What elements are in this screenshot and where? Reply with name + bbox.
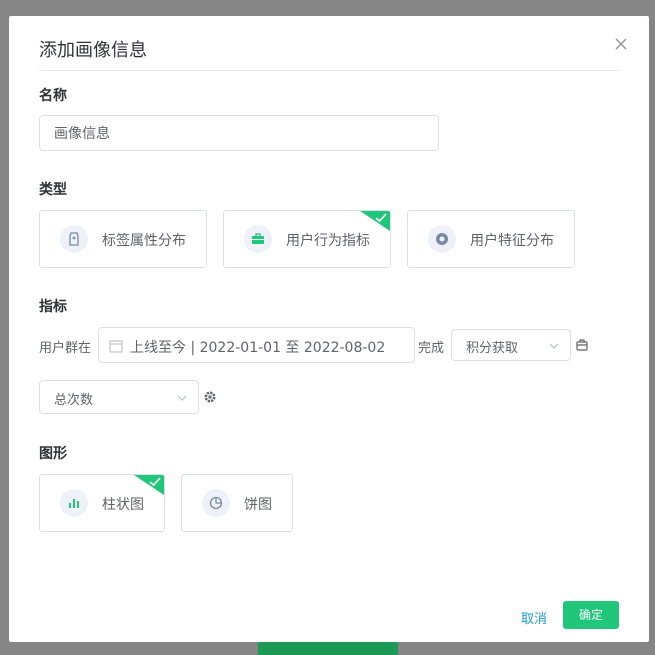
type-label: 类型 (39, 182, 67, 198)
target-icon (428, 225, 456, 253)
event-select-value: 积分获取 (466, 341, 519, 356)
type-option-label: 用户特征分布 (470, 233, 554, 249)
name-input[interactable] (39, 115, 439, 151)
event-property-icon[interactable] (575, 338, 589, 352)
type-option-label: 用户行为指标 (286, 233, 370, 249)
chart-option-label: 柱状图 (102, 497, 144, 513)
metric-infix: 完成 (418, 341, 445, 356)
type-option-user-feature[interactable]: 用户特征分布 (407, 210, 575, 268)
pie-chart-icon (202, 489, 230, 517)
name-label: 名称 (39, 88, 67, 104)
chevron-down-icon (549, 343, 559, 349)
tag-icon (60, 225, 88, 253)
bar-chart-icon (60, 489, 88, 517)
chart-label: 图形 (39, 446, 67, 462)
add-profile-dialog: 添加画像信息 名称 类型 标签属性分布 用户行为指标 用户特征分布 指标 用户群… (9, 16, 649, 642)
chevron-down-icon (177, 395, 187, 401)
cancel-button[interactable]: 取消 (521, 608, 547, 627)
type-option-user-behavior[interactable]: 用户行为指标 (223, 210, 391, 268)
event-select[interactable]: 积分获取 (451, 329, 571, 361)
title-divider (39, 70, 619, 71)
aggregate-select[interactable]: 总次数 (39, 380, 199, 414)
date-range-picker[interactable]: 上线至今 | 2022-01-01 至 2022-08-02 (98, 327, 415, 363)
selected-check-icon (360, 211, 390, 231)
background-button (258, 640, 398, 655)
metric-prefix: 用户群在 (39, 341, 92, 356)
close-icon[interactable] (613, 36, 629, 52)
selected-check-icon (134, 475, 164, 495)
chart-option-pie[interactable]: 饼图 (181, 474, 293, 532)
type-option-label: 标签属性分布 (102, 233, 186, 249)
date-range-value: 上线至今 | 2022-01-01 至 2022-08-02 (130, 340, 386, 356)
dialog-title: 添加画像信息 (39, 40, 147, 61)
metric-label: 指标 (39, 299, 67, 315)
aggregate-select-value: 总次数 (54, 393, 94, 408)
chart-option-label: 饼图 (244, 497, 272, 513)
calendar-icon (109, 340, 123, 353)
type-option-tag-distribution[interactable]: 标签属性分布 (39, 210, 207, 268)
chart-option-bar[interactable]: 柱状图 (39, 474, 165, 532)
briefcase-icon (244, 225, 272, 253)
gear-icon[interactable] (203, 390, 217, 404)
confirm-button[interactable]: 确定 (563, 601, 619, 629)
